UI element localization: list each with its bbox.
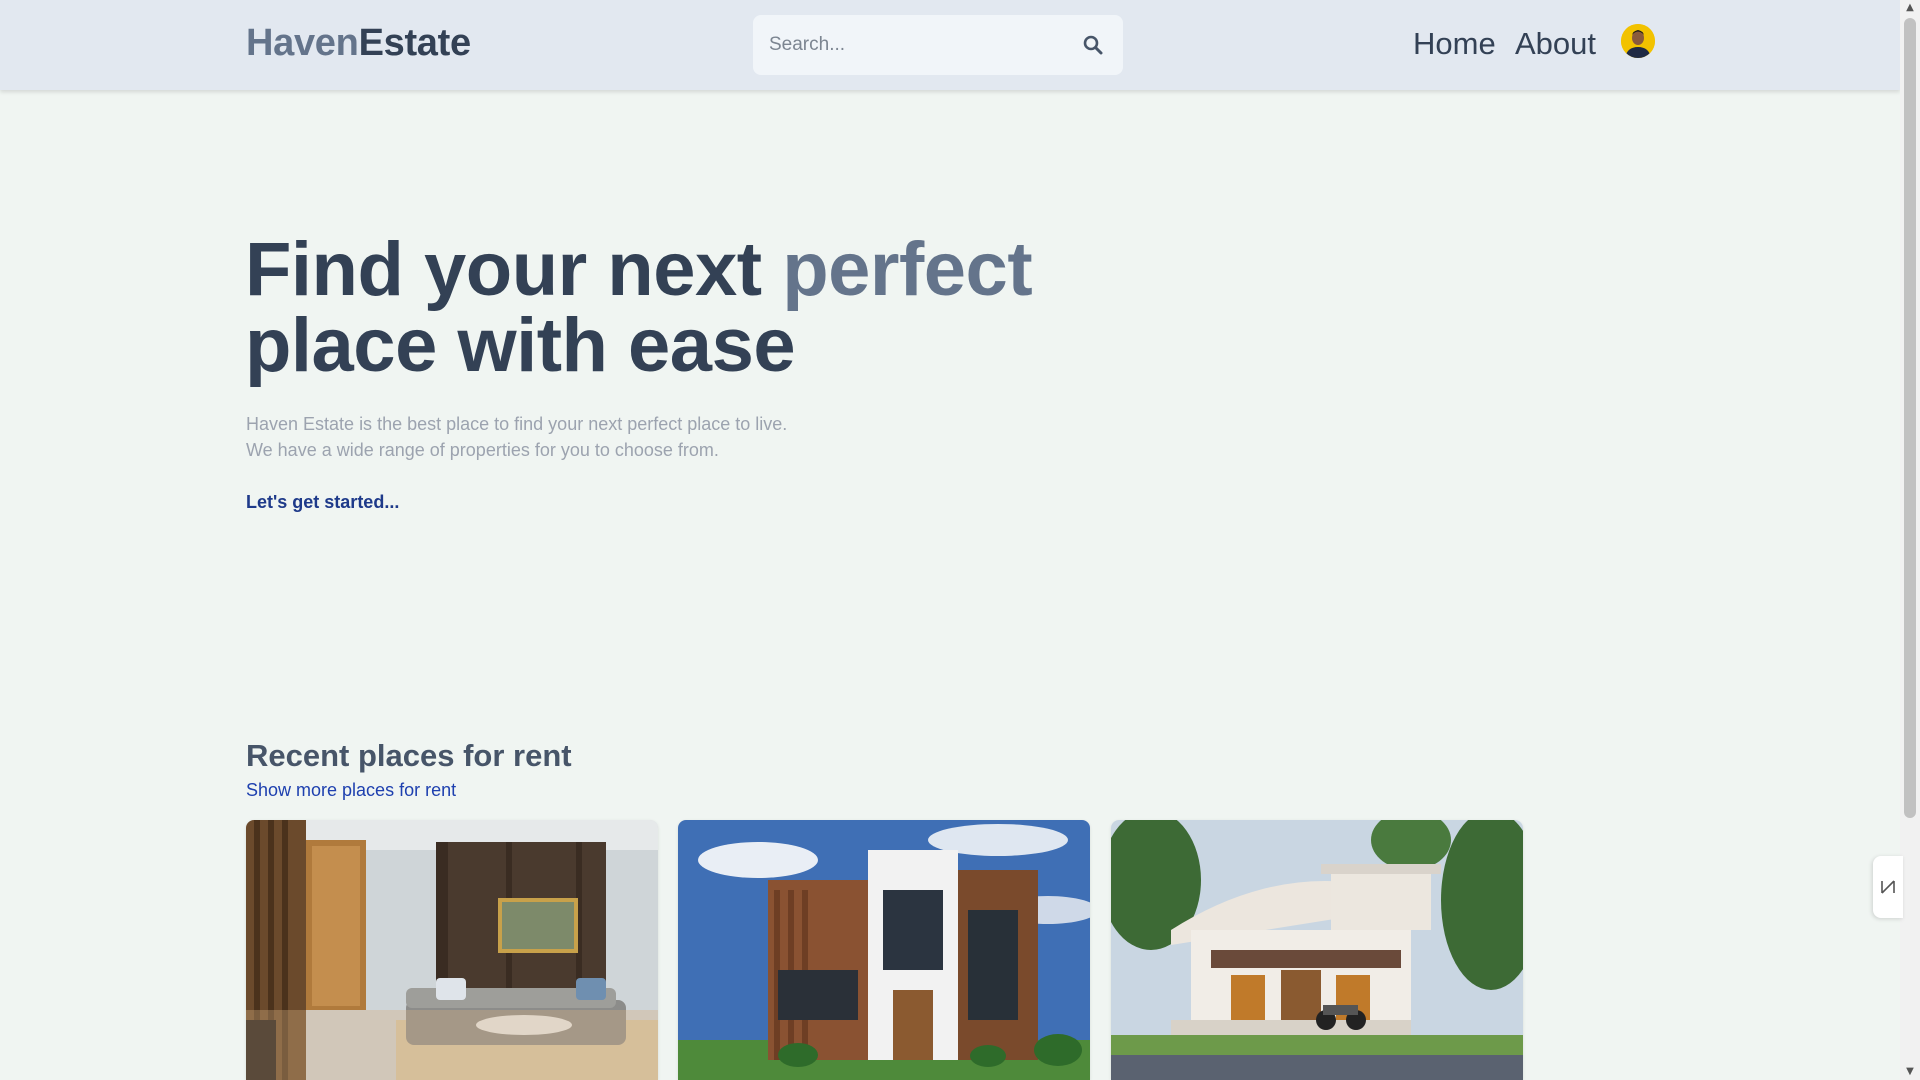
logo-part-estate: Estate (358, 22, 472, 64)
hero-description-line1: Haven Estate is the best place to find y… (246, 414, 788, 434)
side-widget-button[interactable] (1873, 856, 1903, 918)
listing-card[interactable] (1111, 820, 1523, 1080)
scroll-down-arrow-icon[interactable]: ▼ (1904, 1066, 1916, 1078)
logo-part-haven: Haven (246, 22, 359, 64)
site-header: HavenEstate Home About (0, 0, 1900, 90)
listing-card[interactable] (678, 820, 1090, 1080)
listing-image-living-room (246, 820, 658, 1080)
listing-image-white-villa (1111, 820, 1523, 1080)
search-icon (1083, 35, 1103, 55)
user-avatar[interactable] (1621, 24, 1655, 58)
page-scrollbar[interactable]: ▲ ▼ (1900, 0, 1920, 1080)
listing-image-modern-house (678, 820, 1090, 1080)
hero-title: Find your next perfect place with ease (245, 232, 1033, 384)
avatar-image (1621, 24, 1655, 58)
scroll-up-arrow-icon[interactable]: ▲ (1904, 2, 1916, 14)
recent-places-heading: Recent places for rent (246, 738, 572, 773)
hero-title-line1-start: Find your next (245, 227, 783, 312)
hero-description-line2: We have a wide range of properties for y… (246, 440, 719, 460)
search-button[interactable] (1079, 31, 1107, 59)
scroll-thumb[interactable] (1904, 18, 1916, 818)
hero-description: Haven Estate is the best place to find y… (246, 411, 787, 463)
nav-about-link[interactable]: About (1515, 26, 1596, 62)
get-started-link[interactable]: Let's get started... (246, 492, 399, 513)
show-more-rent-link[interactable]: Show more places for rent (246, 780, 456, 801)
resize-handle-icon (1881, 880, 1895, 894)
site-logo[interactable]: HavenEstate (246, 22, 471, 65)
listing-card[interactable] (246, 820, 658, 1080)
hero-title-accent: perfect (782, 227, 1033, 312)
search-input[interactable] (769, 34, 1079, 56)
hero-title-line2: place with ease (245, 303, 796, 388)
search-form (753, 15, 1123, 75)
nav-home-link[interactable]: Home (1413, 26, 1496, 62)
